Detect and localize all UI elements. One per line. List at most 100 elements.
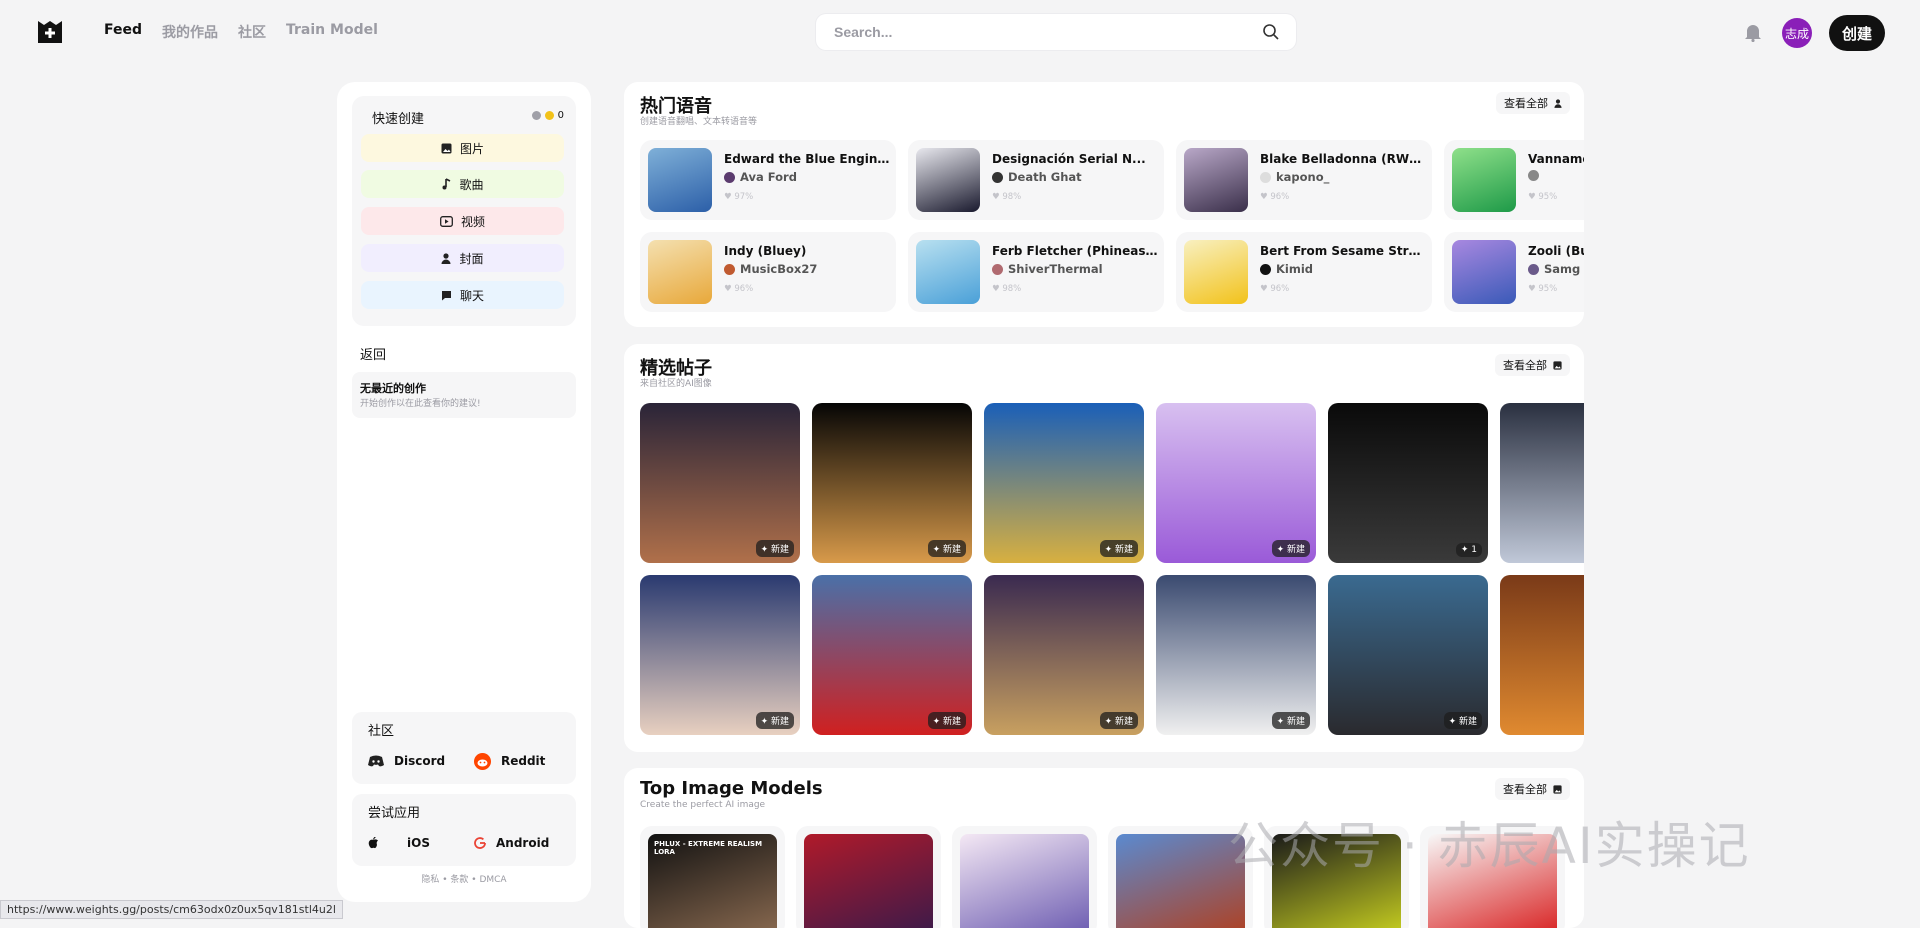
nav-train-model[interactable]: Train Model: [286, 22, 378, 42]
create-button[interactable]: 创建: [1829, 15, 1885, 51]
sparkle-icon: ✦: [932, 545, 943, 555]
nav-my-works[interactable]: 我的作品: [162, 22, 218, 42]
search-input[interactable]: [832, 23, 1262, 41]
voice-card[interactable]: Designación Serial N... Death Ghat ♥ 98%: [908, 140, 1164, 220]
voice-thumbnail: [1184, 148, 1248, 212]
back-link[interactable]: 返回: [360, 344, 386, 363]
author-name: kapono_: [1276, 170, 1330, 184]
models-view-all-button[interactable]: 查看全部: [1495, 778, 1570, 800]
post-image[interactable]: ✦ 1: [1328, 403, 1488, 563]
post-image[interactable]: [1500, 403, 1584, 563]
quick-image-button[interactable]: 图片: [361, 134, 564, 162]
post-image[interactable]: [1500, 575, 1584, 735]
posts-view-all-button[interactable]: 查看全部: [1495, 354, 1570, 376]
voice-card[interactable]: Bert From Sesame Street Kimid ♥ 96%: [1176, 232, 1432, 312]
discord-link[interactable]: Discord: [360, 748, 460, 774]
post-image[interactable]: ✦ 新建: [640, 403, 800, 563]
voice-thumbnail: [648, 240, 712, 304]
reddit-link[interactable]: Reddit: [466, 748, 566, 774]
post-badge: ✦ 新建: [927, 712, 966, 729]
voice-rating: ♥ 98%: [992, 284, 1021, 294]
try-app-heading: 尝试应用: [368, 806, 421, 821]
post-image[interactable]: ✦ 新建: [1328, 575, 1488, 735]
voice-card[interactable]: Ferb Fletcher (Phineas... ShiverThermal ♥ …: [908, 232, 1164, 312]
voice-card[interactable]: Blake Belladonna (RWBY) kapono_ ♥ 96%: [1176, 140, 1432, 220]
voice-name: Blake Belladonna (RWBY): [1260, 152, 1426, 166]
badge-label: 新建: [942, 545, 961, 555]
reddit-icon: [474, 752, 491, 770]
popular-voices-subtitle: 创建语音翻唱、文本转语音等: [640, 117, 758, 127]
voice-card[interactable]: Vannamelon ♥ 95%: [1444, 140, 1584, 220]
post-badge: ✦ 新建: [1443, 712, 1482, 729]
sparkle-icon: ✦: [1104, 717, 1115, 727]
bell-icon[interactable]: [1744, 22, 1762, 42]
watermark: 公众号 · 赤辰AI实操记: [1228, 817, 1751, 875]
voices-view-all-button[interactable]: 查看全部: [1496, 92, 1570, 114]
coin-count: 0: [557, 110, 564, 121]
image-icon: [441, 143, 452, 153]
community-heading: 社区: [368, 724, 395, 739]
sparkle-icon: ✦: [760, 545, 771, 555]
coin-icon: [544, 111, 554, 120]
voice-name: Designación Serial N...: [992, 152, 1146, 166]
model-card[interactable]: [796, 826, 941, 928]
main-nav: Feed 我的作品 社区 Train Model: [104, 22, 378, 42]
voice-card[interactable]: Indy (Bluey) MusicBox27 ♥ 96%: [640, 232, 896, 312]
nav-community[interactable]: 社区: [238, 22, 266, 42]
post-image[interactable]: ✦ 新建: [1156, 575, 1316, 735]
recent-empty-title: 无最近的创作: [360, 382, 426, 395]
voice-author: ShiverThermal: [992, 262, 1103, 276]
voice-name: Indy (Bluey): [724, 244, 807, 258]
post-image[interactable]: ✦ 新建: [640, 575, 800, 735]
top-bar: Feed 我的作品 社区 Train Model 志成 创建: [0, 0, 1920, 64]
sparkle-icon: ✦: [1448, 717, 1459, 727]
recent-empty-hint: 开始创作以在此查看你的建议!: [360, 399, 481, 409]
ios-link[interactable]: iOS: [360, 830, 460, 856]
search-icon[interactable]: [1262, 23, 1280, 41]
quick-cover-button[interactable]: 封面: [361, 244, 564, 272]
author-avatar: [1260, 171, 1271, 183]
model-card[interactable]: PHLUX - EXTREME REALISM LORA: [640, 826, 785, 928]
author-avatar: [1528, 170, 1539, 181]
heart-icon: ♥: [992, 192, 1003, 202]
weights-logo-icon[interactable]: [36, 19, 64, 45]
voice-rating: ♥ 95%: [1528, 284, 1557, 294]
model-label: PHLUX - EXTREME REALISM LORA: [654, 840, 763, 856]
rating-value: 98%: [1002, 192, 1022, 202]
nav-feed[interactable]: Feed: [104, 22, 142, 42]
badge-label: 新建: [770, 545, 789, 555]
badge-label: 1: [1471, 545, 1477, 555]
post-image[interactable]: ✦ 新建: [812, 403, 972, 563]
featured-posts-panel: 精选帖子 来自社区的AI图像 查看全部 ✦ 新建 ✦ 新建 ✦ 新建 ✦ 新建 ✦ 1 ✦…: [624, 344, 1584, 752]
model-card[interactable]: [952, 826, 1097, 928]
voice-card[interactable]: Edward the Blue Engine... Ava Ford ♥ 97%: [640, 140, 896, 220]
apple-icon: [368, 837, 378, 849]
user-avatar[interactable]: 志成: [1782, 18, 1812, 48]
post-image[interactable]: ✦ 新建: [1156, 403, 1316, 563]
rating-value: 95%: [1538, 192, 1558, 202]
footer-links[interactable]: 隐私 • 条款 • DMCA: [337, 872, 591, 885]
quick-video-button[interactable]: 视频: [361, 207, 564, 235]
sidebar: 快速创建 0 图片 歌曲 视频 封面 聊天 返回 无最近的创作 开始创作以在此查…: [337, 82, 591, 902]
voice-author: kapono_: [1260, 170, 1329, 184]
voice-card[interactable]: Zooli (Bub Samg ♥ 95%: [1444, 232, 1584, 312]
badge-label: 新建: [1114, 545, 1133, 555]
rating-value: 96%: [1270, 192, 1290, 202]
post-image[interactable]: ✦ 新建: [984, 575, 1144, 735]
heart-icon: ♥: [992, 284, 1003, 294]
voice-author: Samg: [1528, 262, 1580, 276]
post-image[interactable]: ✦ 新建: [984, 403, 1144, 563]
discord-label: Discord: [394, 754, 446, 768]
post-badge: ✦ 新建: [1271, 540, 1310, 557]
heart-icon: ♥: [1528, 192, 1539, 202]
android-label: Android: [496, 836, 550, 850]
voice-rating: ♥ 97%: [724, 192, 753, 202]
quick-chat-button[interactable]: 聊天: [361, 281, 564, 309]
quick-song-label: 歌曲: [459, 177, 484, 192]
heart-icon: ♥: [724, 192, 735, 202]
voice-rating: ♥ 96%: [1260, 284, 1289, 294]
post-badge: ✦ 新建: [1099, 712, 1138, 729]
android-link[interactable]: Android: [466, 830, 566, 856]
quick-song-button[interactable]: 歌曲: [361, 170, 564, 198]
post-image[interactable]: ✦ 新建: [812, 575, 972, 735]
